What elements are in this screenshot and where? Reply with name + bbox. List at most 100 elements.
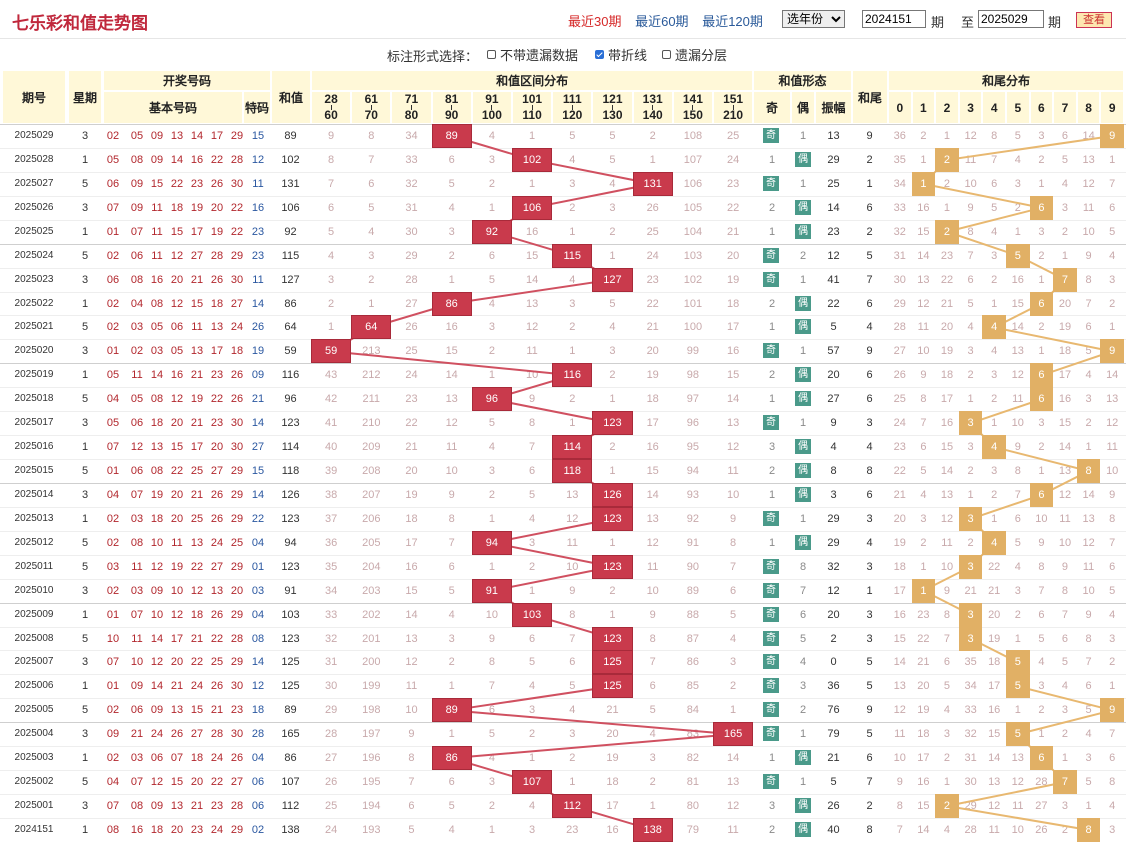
header-range-10: 151 210 bbox=[713, 91, 754, 124]
tail-value: 2 bbox=[866, 153, 873, 166]
amplitude-value: 29 bbox=[827, 153, 840, 166]
range-miss-cell: 101 bbox=[683, 297, 703, 310]
tail-miss-cell: 6 bbox=[1109, 201, 1116, 214]
base-number: 23 bbox=[230, 704, 244, 717]
base-number: 19 bbox=[210, 225, 224, 238]
range-miss-cell: 89 bbox=[686, 584, 700, 597]
range-miss-cell: 3 bbox=[488, 321, 495, 334]
base-number: 05 bbox=[106, 369, 120, 382]
base-number: 11 bbox=[151, 201, 163, 214]
amplitude-value: 32 bbox=[827, 560, 840, 573]
tail-miss-cell: 22 bbox=[988, 560, 1001, 573]
amplitude-value: 36 bbox=[827, 680, 840, 693]
even-miss: 4 bbox=[799, 656, 807, 669]
range-miss-cell: 40 bbox=[324, 441, 338, 454]
tail-miss-cell: 7 bbox=[991, 153, 998, 166]
range-miss-cell: 3 bbox=[730, 656, 737, 669]
base-number: 19 bbox=[150, 488, 164, 501]
tail-miss-cell: 1 bbox=[920, 560, 927, 573]
range-miss-cell: 3 bbox=[328, 273, 335, 286]
range-hit-cell: 126 bbox=[592, 482, 633, 507]
range-miss-cell: 193 bbox=[362, 823, 381, 836]
tail-miss-cell: 2 bbox=[1038, 321, 1045, 334]
range-miss-cell: 3 bbox=[529, 823, 536, 836]
range-miss-cell: 6 bbox=[488, 704, 495, 717]
tail-miss-cell: 3 bbox=[1085, 752, 1092, 765]
weekday: 5 bbox=[81, 393, 89, 406]
range-low: 81 bbox=[445, 92, 459, 106]
range-high: 150 bbox=[682, 108, 703, 122]
tail-miss-cell: 1 bbox=[1085, 800, 1092, 813]
checkbox-no-miss[interactable] bbox=[487, 50, 496, 59]
range-miss-cell: 96 bbox=[686, 417, 700, 430]
amplitude-value: 79 bbox=[827, 728, 840, 741]
base-number: 01 bbox=[106, 225, 120, 238]
base-number: 27 bbox=[230, 297, 244, 310]
base-number: 20 bbox=[170, 823, 184, 836]
special-number: 12 bbox=[251, 680, 265, 693]
base-number: 12 bbox=[150, 776, 164, 789]
from-issue-input[interactable] bbox=[862, 10, 926, 28]
odd-miss: 1 bbox=[768, 321, 776, 334]
range-miss-cell: 11 bbox=[526, 345, 538, 358]
odd-hit-badge: 奇 bbox=[763, 128, 779, 143]
amplitude-value: 22 bbox=[827, 297, 840, 310]
base-number: 11 bbox=[151, 225, 163, 238]
to-issue-input[interactable] bbox=[978, 10, 1044, 28]
year-select[interactable]: 选年份 bbox=[782, 10, 845, 28]
option-polyline-label: 带折线 bbox=[608, 48, 648, 63]
range-miss-cell: 10 bbox=[646, 584, 659, 597]
checkbox-miss-layer[interactable] bbox=[662, 50, 671, 59]
tail-miss-cell: 30 bbox=[893, 273, 906, 286]
page-title: 七乐彩和值走势图 bbox=[12, 14, 148, 34]
base-number: 22 bbox=[210, 153, 224, 166]
range-miss-cell: 11 bbox=[646, 560, 659, 573]
even-miss: 1 bbox=[799, 177, 807, 190]
tail-miss-cell: 20 bbox=[893, 512, 906, 525]
checkbox-polyline[interactable] bbox=[595, 50, 604, 59]
range-miss-cell: 1 bbox=[488, 369, 495, 382]
range-miss-cell: 8 bbox=[488, 656, 495, 669]
amplitude-value: 2 bbox=[830, 632, 837, 645]
base-number: 23 bbox=[190, 823, 204, 836]
range-miss-cell: 13 bbox=[405, 632, 418, 645]
base-number: 24 bbox=[150, 728, 164, 741]
tail-miss-cell: 2 bbox=[1014, 608, 1021, 621]
weekday: 3 bbox=[81, 656, 89, 669]
base-number: 23 bbox=[190, 177, 204, 190]
query-button[interactable]: 查看 bbox=[1076, 12, 1112, 28]
range-miss-cell: 16 bbox=[525, 225, 539, 238]
tail-value: 3 bbox=[866, 608, 873, 621]
period-link-30[interactable]: 最近30期 bbox=[568, 14, 621, 29]
weekday: 1 bbox=[81, 441, 89, 454]
special-number: 18 bbox=[251, 704, 265, 717]
tail-miss-cell: 11 bbox=[917, 321, 930, 334]
base-number: 10 bbox=[106, 632, 120, 645]
base-number: 19 bbox=[190, 201, 204, 214]
tail-miss-cell: 1 bbox=[967, 393, 974, 406]
weekday: 1 bbox=[81, 512, 89, 525]
range-miss-cell: 1 bbox=[488, 823, 495, 836]
tail-value: 6 bbox=[866, 201, 873, 214]
base-number: 06 bbox=[106, 177, 120, 190]
range-miss-cell: 1 bbox=[488, 512, 495, 525]
option-no-miss[interactable]: 不带遗漏数据 bbox=[487, 45, 578, 64]
odd-hit-badge: 奇 bbox=[763, 654, 779, 670]
tail-miss-cell: 14 bbox=[988, 752, 1001, 765]
base-number: 08 bbox=[150, 465, 164, 478]
period-link-60[interactable]: 最近60期 bbox=[635, 14, 688, 29]
tail-miss-cell: 26 bbox=[1035, 823, 1048, 836]
option-miss-layer[interactable]: 遗漏分层 bbox=[662, 45, 727, 64]
special-number: 14 bbox=[251, 656, 265, 669]
range-miss-cell: 25 bbox=[324, 800, 338, 813]
base-number: 21 bbox=[190, 800, 204, 813]
tail-value: 4 bbox=[866, 536, 873, 549]
tail-miss-cell: 14 bbox=[1011, 321, 1024, 334]
option-polyline[interactable]: 带折线 bbox=[595, 45, 647, 64]
period-link-120[interactable]: 最近120期 bbox=[702, 14, 763, 29]
header-odd: 奇 bbox=[753, 91, 791, 124]
range-miss-cell: 27 bbox=[324, 752, 338, 765]
sum-value: 118 bbox=[281, 465, 300, 478]
range-miss-cell: 5 bbox=[569, 680, 576, 693]
tail-miss-cell: 11 bbox=[964, 153, 977, 166]
